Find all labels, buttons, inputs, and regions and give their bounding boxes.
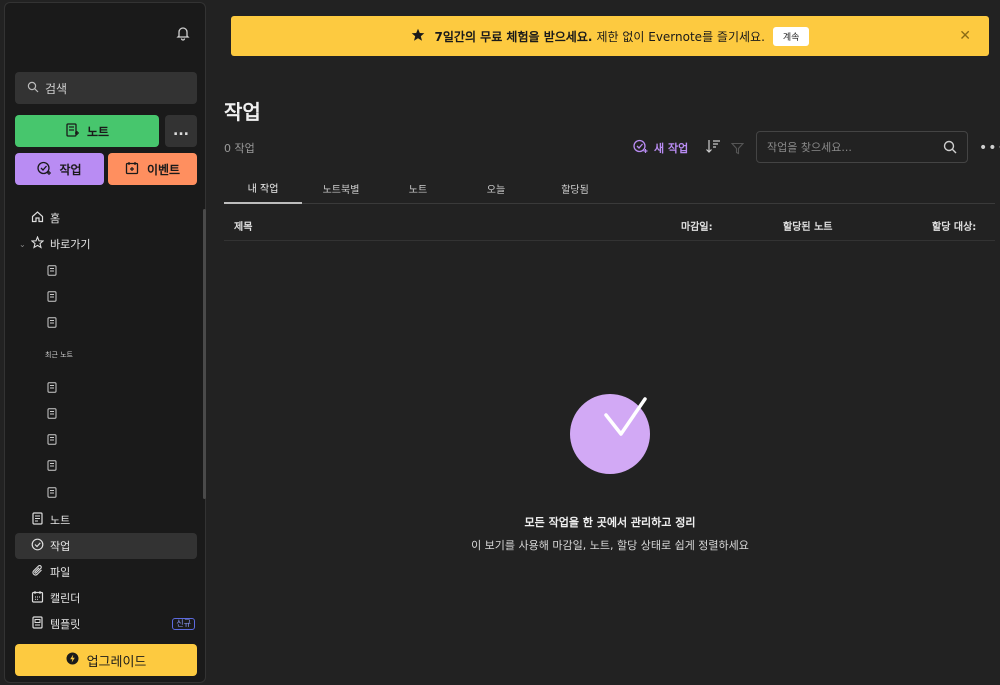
empty-state-description: 이 보기를 사용해 마감일, 노트, 할당 상태로 쉽게 정렬하세요 — [471, 539, 749, 552]
continue-button[interactable]: 계속 — [772, 26, 810, 46]
sidebar-item-templates[interactable]: 템플릿 신규 — [15, 611, 197, 637]
recent-notes-heading: 최근 노트 — [45, 350, 73, 359]
note-icon — [47, 430, 57, 449]
column-divider — [224, 240, 995, 241]
close-icon[interactable]: ✕ — [959, 28, 971, 44]
new-badge: 신규 — [172, 618, 195, 631]
sidebar-item-label: 홈 — [50, 212, 61, 225]
new-task-label: 작업 — [59, 162, 82, 177]
note-icon — [47, 313, 57, 332]
new-event-label: 이벤트 — [146, 162, 181, 177]
chevron-down-icon[interactable]: ⌄ — [19, 240, 26, 249]
new-note-label: 노트 — [86, 124, 110, 139]
new-task-link-label: 새 작업 — [654, 142, 689, 155]
recent-note-item[interactable] — [15, 400, 197, 426]
note-icon — [47, 287, 57, 306]
sidebar-item-files[interactable]: 파일 — [15, 559, 197, 585]
column-due[interactable]: 마감일: — [681, 218, 713, 233]
task-tabs: 내 작업 노트북별 노트 오늘 할당됨 — [224, 172, 995, 204]
recent-note-item[interactable] — [15, 479, 197, 505]
trial-banner: 7일간의 무료 체험을 받으세요. 제한 없이 Evernote를 즐기세요. … — [231, 16, 989, 56]
new-event-button[interactable]: 이벤트 — [108, 153, 197, 185]
search-icon — [27, 81, 45, 96]
sidebar-item-label: 캘린더 — [50, 592, 81, 606]
recent-note-item[interactable] — [15, 374, 197, 400]
sidebar-item-tasks[interactable]: 작업 — [15, 533, 197, 560]
note-icon — [47, 456, 57, 475]
sidebar-scrollbar[interactable] — [203, 209, 206, 499]
upgrade-button[interactable]: 업그레이드 — [15, 644, 197, 676]
more-create-button[interactable]: ... — [165, 115, 197, 147]
empty-check-icon — [570, 393, 652, 479]
star-icon — [411, 28, 425, 45]
recent-note-item[interactable] — [15, 453, 197, 479]
task-plus-icon — [633, 139, 654, 157]
tab-by-notebook[interactable]: 노트북별 — [310, 172, 372, 204]
task-search-input[interactable]: 작업을 찾으세요... — [756, 131, 968, 163]
sidebar-search-label: 검색 — [45, 81, 68, 96]
sidebar-item-label: 템플릿 — [50, 618, 81, 632]
sidebar: 검색 노트 ... 작업 이벤트 홈 ⌄ 바로가기 최근 노트 노트 작업 파일… — [4, 2, 206, 683]
sidebar-search[interactable]: 검색 — [15, 72, 197, 104]
filter-icon[interactable] — [730, 140, 745, 159]
task-check-icon — [31, 538, 50, 554]
note-icon — [47, 483, 57, 502]
shortcut-note-item[interactable] — [15, 257, 197, 283]
sidebar-nav: 홈 ⌄ 바로가기 최근 노트 노트 작업 파일 캘린더 템플릿 신규 — [15, 205, 197, 637]
notes-icon — [31, 512, 50, 528]
lightning-icon — [66, 652, 87, 669]
sidebar-item-label: 파일 — [50, 566, 71, 580]
sidebar-item-home[interactable]: 홈 — [15, 205, 197, 231]
recent-note-item[interactable] — [15, 426, 197, 452]
sidebar-item-shortcuts[interactable]: ⌄ 바로가기 — [15, 231, 197, 257]
task-check-icon — [37, 161, 59, 178]
column-assignee[interactable]: 할당 대상: — [932, 218, 976, 233]
template-icon — [31, 616, 50, 632]
note-icon — [47, 404, 57, 423]
tab-my-tasks[interactable]: 내 작업 — [224, 172, 302, 204]
empty-state-title: 모든 작업을 한 곳에서 관리하고 정리 — [524, 516, 696, 529]
note-icon — [47, 378, 57, 397]
home-icon — [31, 210, 50, 226]
sidebar-item-notes[interactable]: 노트 — [15, 507, 197, 533]
sidebar-item-label: 작업 — [50, 540, 71, 554]
paperclip-icon — [31, 564, 50, 580]
calendar-icon — [31, 590, 50, 606]
task-count: 0 작업 — [224, 142, 255, 155]
tab-notes[interactable]: 노트 — [388, 172, 448, 204]
more-label: ... — [173, 123, 189, 139]
banner-bold-text: 7일간의 무료 체험을 받으세요. — [434, 29, 593, 44]
new-task-button[interactable]: 작업 — [15, 153, 104, 185]
bell-icon[interactable] — [173, 23, 193, 43]
new-note-icon — [65, 122, 87, 140]
star-icon — [30, 235, 50, 252]
column-title[interactable]: 제목 — [234, 218, 252, 233]
tab-assigned[interactable]: 할당됨 — [544, 172, 606, 204]
shortcut-note-item[interactable] — [15, 283, 197, 309]
note-icon — [47, 261, 57, 280]
sidebar-item-label: 바로가기 — [50, 238, 91, 251]
sort-icon[interactable] — [705, 138, 721, 158]
task-search-placeholder: 작업을 찾으세요... — [767, 141, 852, 154]
page-title: 작업 — [224, 100, 261, 124]
calendar-plus-icon — [125, 161, 147, 178]
upgrade-label: 업그레이드 — [86, 654, 147, 670]
new-note-button[interactable]: 노트 — [15, 115, 159, 147]
banner-text: 제한 없이 Evernote를 즐기세요. — [596, 29, 765, 44]
new-task-link[interactable]: 새 작업 — [633, 139, 688, 157]
tab-today[interactable]: 오늘 — [466, 172, 526, 204]
sidebar-item-label: 노트 — [50, 514, 71, 528]
more-options-icon[interactable]: ••• — [979, 140, 1000, 156]
sidebar-item-calendar[interactable]: 캘린더 — [15, 585, 197, 611]
shortcut-note-item[interactable] — [15, 310, 197, 336]
column-note[interactable]: 할당된 노트 — [783, 218, 832, 233]
